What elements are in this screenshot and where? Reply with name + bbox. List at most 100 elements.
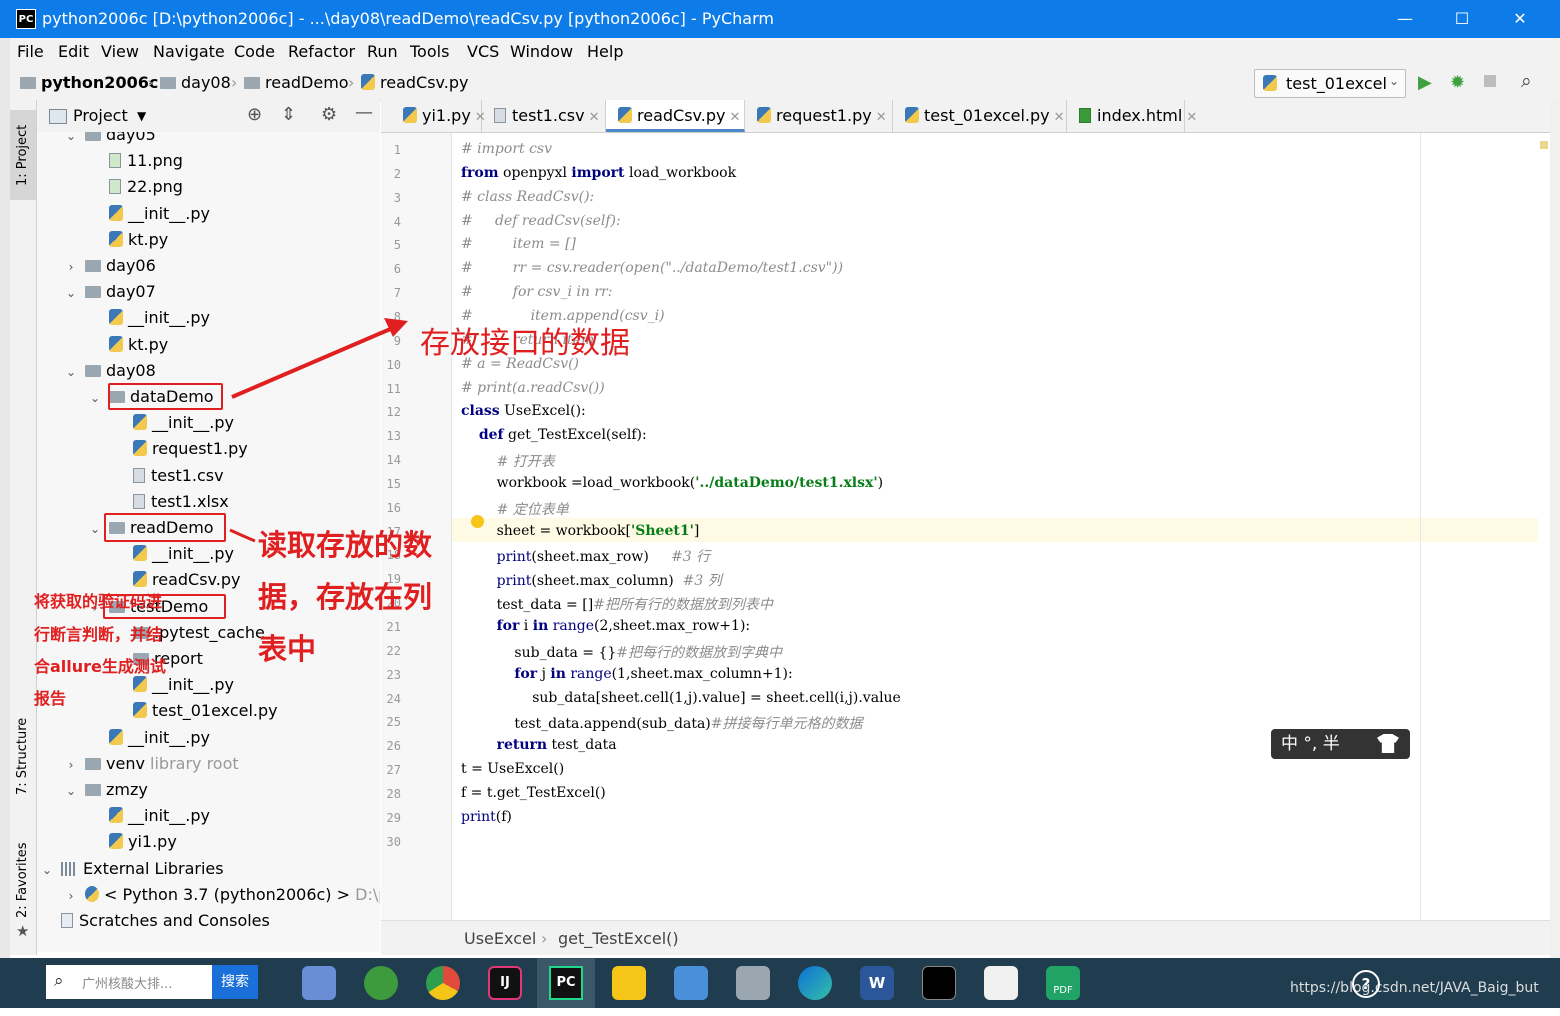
- crumb-class[interactable]: UseExcel: [464, 929, 536, 948]
- close-tab-icon[interactable]: ✕: [1054, 110, 1065, 125]
- help-icon[interactable]: ?: [1352, 970, 1380, 998]
- tree-item[interactable]: request1.py: [37, 436, 248, 462]
- intellij-icon[interactable]: IJ: [488, 966, 522, 1000]
- chrome-icon[interactable]: [426, 966, 460, 1000]
- tree-item[interactable]: 22.png: [37, 174, 183, 200]
- editor-tab[interactable]: request1.py ✕: [745, 100, 893, 132]
- editor-tab[interactable]: test1.csv ✕: [482, 100, 606, 132]
- maximize-button[interactable]: ☐: [1442, 6, 1482, 32]
- tree-item[interactable]: yi1.py: [37, 829, 177, 855]
- tree-item[interactable]: __init__.py: [37, 305, 210, 331]
- search-input[interactable]: 广州核酸大排...: [82, 973, 172, 992]
- crumb-method[interactable]: get_TestExcel(): [558, 929, 679, 948]
- menu-refactor[interactable]: Refactor: [288, 42, 355, 61]
- menu-code[interactable]: Code: [234, 42, 275, 61]
- tree-item[interactable]: __init__.py: [37, 803, 210, 829]
- file-explorer-icon[interactable]: [612, 966, 646, 1000]
- gear-icon[interactable]: ⚙: [321, 104, 337, 125]
- tree-item[interactable]: ⌄ zmzy: [37, 777, 148, 803]
- tree-item[interactable]: ⌄ day08: [37, 358, 156, 384]
- chevron-right-icon[interactable]: ›: [63, 752, 79, 778]
- tree-item[interactable]: ⌄ day07: [37, 279, 156, 305]
- tree-item[interactable]: __init__.py: [37, 201, 210, 227]
- debug-icon[interactable]: ✹: [1450, 72, 1465, 93]
- editor-tab[interactable]: index.html ✕: [1067, 100, 1197, 132]
- tree-item[interactable]: __init__.py: [37, 541, 234, 567]
- project-view-label[interactable]: Project: [73, 106, 128, 125]
- close-tab-icon[interactable]: ✕: [876, 110, 887, 125]
- menu-window[interactable]: Window: [510, 42, 573, 61]
- chevron-down-icon[interactable]: ⌄: [39, 857, 55, 883]
- collapse-icon[interactable]: ⇕: [281, 104, 296, 125]
- close-tab-icon[interactable]: ✕: [1186, 110, 1197, 125]
- tab-project[interactable]: 1: Project: [10, 110, 36, 200]
- close-button[interactable]: ✕: [1500, 6, 1540, 32]
- chevron-down-icon[interactable]: ⌄: [87, 385, 103, 411]
- tree-item[interactable]: 11.png: [37, 148, 183, 174]
- tree-item[interactable]: › venv library root: [37, 751, 239, 777]
- chevron-down-icon[interactable]: ⌄: [63, 132, 79, 149]
- tree-item[interactable]: › < Python 3.7 (python2006c) > D:\pyt: [37, 882, 380, 908]
- stop-icon[interactable]: [1484, 75, 1496, 87]
- breadcrumb-file[interactable]: readCsv.py: [361, 73, 468, 92]
- taskbar-search[interactable]: ⌕ 广州核酸大排... 搜索: [46, 965, 258, 999]
- chevron-right-icon[interactable]: ›: [63, 254, 79, 280]
- editor-tab[interactable]: yi1.py ✕: [391, 100, 486, 132]
- menu-help[interactable]: Help: [587, 42, 623, 61]
- tree-item[interactable]: ⌄ External Libraries: [37, 856, 224, 882]
- tree-item[interactable]: __init__.py: [37, 725, 210, 751]
- pdf-app-icon[interactable]: PDF: [1046, 966, 1080, 1000]
- menu-edit[interactable]: Edit: [58, 42, 89, 61]
- hide-icon[interactable]: —: [355, 102, 373, 123]
- code-editor[interactable]: # import csv from openpyxl import load_wo…: [452, 133, 1538, 920]
- locate-icon[interactable]: ⊕: [247, 104, 262, 125]
- menu-tools[interactable]: Tools: [410, 42, 449, 61]
- terminal-icon[interactable]: [922, 966, 956, 1000]
- tree-item[interactable]: › day06: [37, 253, 156, 279]
- menu-file[interactable]: File: [17, 42, 44, 61]
- search-button[interactable]: 搜索: [212, 965, 258, 999]
- menu-view[interactable]: View: [101, 42, 139, 61]
- leaf-app-icon[interactable]: [364, 966, 398, 1000]
- dolphin-app-icon[interactable]: [302, 966, 336, 1000]
- search-icon[interactable]: ⌕: [1521, 70, 1532, 92]
- word-icon[interactable]: W: [860, 966, 894, 1000]
- chevron-right-icon[interactable]: ›: [63, 883, 79, 909]
- menu-navigate[interactable]: Navigate: [153, 42, 225, 61]
- tab-structure[interactable]: 7: Structure: [10, 710, 36, 802]
- menu-vcs[interactable]: VCS: [467, 42, 499, 61]
- monitor-icon[interactable]: [674, 966, 708, 1000]
- breadcrumb-day08[interactable]: day08: [160, 73, 231, 92]
- tree-item[interactable]: Scratches and Consoles: [37, 908, 270, 934]
- pycharm-taskbar-active[interactable]: PC: [537, 958, 595, 1008]
- tree-item[interactable]: kt.py: [37, 332, 168, 358]
- editor-scrollbar[interactable]: [1538, 133, 1550, 920]
- chevron-down-icon[interactable]: ⌄: [63, 778, 79, 804]
- chevron-down-icon[interactable]: ⌄: [63, 280, 79, 306]
- lightbulb-icon[interactable]: [471, 515, 484, 528]
- breadcrumb-project[interactable]: python2006c: [20, 73, 158, 92]
- chevron-down-icon[interactable]: ⌄: [63, 359, 79, 385]
- close-tab-icon[interactable]: ✕: [589, 110, 600, 125]
- tree-item[interactable]: __init__.py: [37, 410, 234, 436]
- ime-indicator[interactable]: 中 °, 半: [1271, 729, 1410, 759]
- close-tab-icon[interactable]: ✕: [729, 110, 740, 125]
- java-icon[interactable]: [984, 966, 1018, 1000]
- run-config-dropdown[interactable]: test_01excel ⌄: [1254, 69, 1406, 98]
- editor-tab[interactable]: readCsv.py ✕: [606, 100, 745, 132]
- dropdown-arrow-icon[interactable]: ▼: [137, 109, 146, 123]
- editor-tab[interactable]: test_01excel.py ✕: [893, 100, 1067, 132]
- chevron-down-icon[interactable]: ⌄: [87, 516, 103, 542]
- tree-item[interactable]: test1.xlsx: [37, 489, 229, 515]
- tree-item[interactable]: test_01excel.py: [37, 698, 278, 724]
- tree-item[interactable]: kt.py: [37, 227, 168, 253]
- minimize-button[interactable]: —: [1385, 6, 1425, 32]
- menu-run[interactable]: Run: [367, 42, 398, 61]
- edge-icon[interactable]: [798, 966, 832, 1000]
- breadcrumb-readdemo[interactable]: readDemo: [244, 73, 349, 92]
- tab-favorites[interactable]: 2: Favorites: [10, 840, 36, 920]
- network-tool-icon[interactable]: [736, 966, 770, 1000]
- tree-item[interactable]: test1.csv: [37, 463, 224, 489]
- run-icon[interactable]: ▶: [1418, 72, 1432, 93]
- tree-item[interactable]: ⌄ day05: [37, 132, 156, 148]
